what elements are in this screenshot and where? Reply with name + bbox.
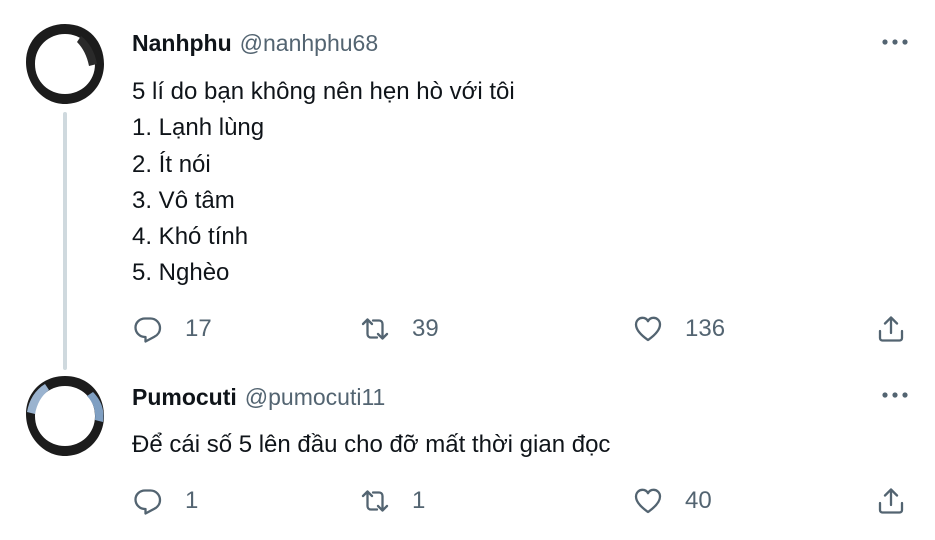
tweet-text-line: 1. Lạnh lùng <box>132 114 265 142</box>
tweet-text-line: 5 lí do bạn không nên hẹn hò với tôi <box>132 78 515 105</box>
retweet-icon <box>361 318 389 340</box>
avatar[interactable] <box>23 374 107 458</box>
tweet-text-line: 2. Ít nói <box>132 150 211 178</box>
reply-button[interactable]: 1 <box>133 486 198 516</box>
like-button[interactable]: 40 <box>633 486 712 516</box>
reply-count: 1 <box>185 487 199 514</box>
like-button[interactable]: 136 <box>633 314 725 344</box>
tweet-text-line: Để cái số 5 lên đầu cho đỡ mất thời gian… <box>132 431 611 458</box>
more-icon <box>882 39 908 45</box>
retweet-count: 39 <box>412 315 439 342</box>
share-icon <box>878 316 904 342</box>
reply-count: 17 <box>185 315 212 342</box>
share-icon <box>878 488 904 514</box>
display-name[interactable]: Nanhphu <box>132 30 232 57</box>
avatar[interactable] <box>23 22 107 106</box>
heart-icon <box>634 488 662 514</box>
tweet-text-line: 4. Khó tính <box>132 223 249 251</box>
retweet-button[interactable]: 1 <box>360 486 425 516</box>
tweet-text-line: 3. Vô tâm <box>132 186 235 214</box>
user-handle[interactable]: @nanhphu68 <box>240 30 378 57</box>
tweet-header: Pumocuti @pumocuti11 <box>132 384 385 411</box>
retweet-button[interactable]: 39 <box>360 314 439 344</box>
heart-icon <box>634 316 662 342</box>
thread-connector-line <box>63 112 67 370</box>
more-options-button[interactable] <box>880 387 910 398</box>
reply-icon <box>134 489 162 515</box>
tweet-2: Pumocuti @pumocuti11 Để cái số 5 lên đầu… <box>0 360 935 540</box>
share-button[interactable] <box>876 486 906 516</box>
tweet-text: Để cái số 5 lên đầu cho đỡ mất thời gian… <box>132 427 610 463</box>
retweet-icon <box>361 490 389 512</box>
tweet-text-line: 5. Nghèo <box>132 259 230 287</box>
user-handle[interactable]: @pumocuti11 <box>245 384 386 411</box>
reply-icon <box>134 317 162 343</box>
more-options-button[interactable] <box>880 34 910 45</box>
like-count: 136 <box>685 315 726 342</box>
reply-button[interactable]: 17 <box>133 314 212 344</box>
tweet-text: 5 lí do bạn không nên hẹn hò với tôi 1. … <box>132 74 515 292</box>
share-button[interactable] <box>876 314 906 344</box>
like-count: 40 <box>685 487 712 514</box>
more-icon <box>882 392 908 398</box>
tweet-1: Nanhphu @nanhphu68 5 lí do bạn không nên… <box>0 0 935 370</box>
retweet-count: 1 <box>412 487 426 514</box>
display-name[interactable]: Pumocuti <box>132 384 237 411</box>
tweet-header: Nanhphu @nanhphu68 <box>132 30 378 57</box>
